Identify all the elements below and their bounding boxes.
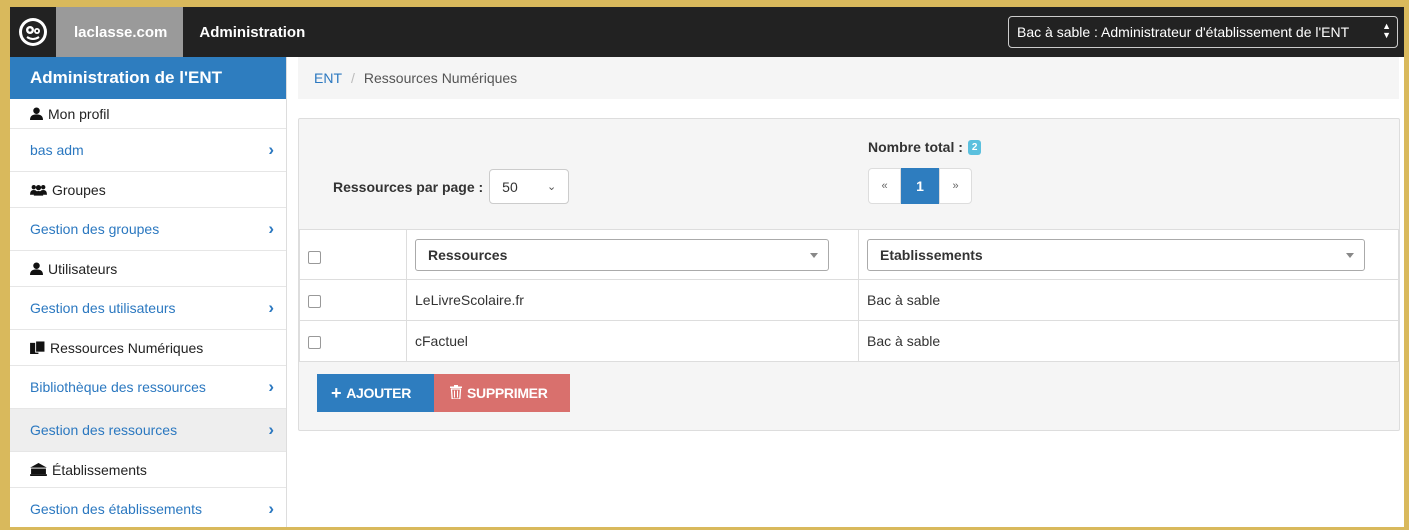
resource-cell: LeLivreScolaire.fr (406, 279, 859, 321)
caret-down-icon (810, 252, 818, 258)
breadcrumb-root-link[interactable]: ENT (314, 70, 342, 86)
nav-title[interactable]: Administration (183, 24, 305, 41)
school-cell: Bac à sable (858, 279, 1399, 321)
top-navbar: laclasse.com Administration Bac à sable … (10, 7, 1404, 57)
table-row[interactable]: cFactuel Bac à sable (299, 320, 1399, 362)
sidebar-label-ressources-numeriques: Ressources Numériques (10, 330, 286, 366)
row-checkbox-cell (299, 279, 407, 321)
chevron-down-icon: ⌄ (546, 181, 557, 193)
brand-link[interactable]: laclasse.com (56, 7, 184, 57)
table-row[interactable]: LeLivreScolaire.fr Bac à sable (299, 279, 1399, 321)
delete-button-label: SUPPRIMER (467, 385, 548, 401)
sidebar-item-bas-adm[interactable]: bas adm › (10, 129, 286, 172)
resources-filter-select[interactable]: Ressources (415, 238, 829, 271)
sidebar-item-label: Gestion des groupes (30, 221, 160, 237)
caret-down-icon (1346, 252, 1354, 258)
sidebar-item-bibliotheque-ressources[interactable]: Bibliothèque des ressources › (10, 366, 286, 409)
breadcrumb: ENT / Ressources Numériques (298, 57, 1399, 99)
school-icon (30, 463, 47, 476)
chevron-right-icon: › (268, 298, 274, 317)
sidebar-item-label: Bibliothèque des ressources (30, 379, 206, 395)
sidebar-item-gestion-etablissements[interactable]: Gestion des établissements › (10, 488, 286, 527)
delete-button[interactable]: SUPPRIMER (434, 374, 570, 412)
sidebar-label-groupes: Groupes (10, 172, 286, 208)
sidebar-item-label: Utilisateurs (48, 260, 118, 277)
table-header-row: Ressources Etablissements (299, 229, 1399, 280)
sidebar-label-etablissements: Établissements (10, 452, 286, 488)
plus-icon: + (331, 382, 342, 403)
chevron-right-icon: › (268, 377, 274, 396)
pagination: « 1 » (868, 168, 972, 204)
sidebar-item-label: Gestion des utilisateurs (30, 300, 176, 316)
total-label: Nombre total : (868, 139, 963, 155)
action-buttons: + AJOUTER SUPPRIMER (317, 374, 570, 412)
pager-next-button[interactable]: » (939, 168, 972, 204)
resources-panel: Ressources par page : 50 ⌄ Nombre total … (298, 118, 1400, 431)
per-page-select[interactable]: 50 ⌄ (489, 169, 570, 204)
user-icon (30, 107, 43, 120)
sidebar-item-label: Mon profil (48, 105, 110, 122)
logo-icon[interactable] (10, 7, 56, 57)
sidebar-item-label: Gestion des ressources (30, 422, 178, 438)
total-badge: 2 (967, 139, 982, 155)
sidebar-item-label: Établissements (52, 461, 147, 478)
chevron-right-icon: › (268, 140, 274, 159)
schools-filter-label: Etablissements (880, 246, 983, 263)
per-page-control: Ressources par page : 50 ⌄ (333, 169, 570, 204)
breadcrumb-current: Ressources Numériques (363, 70, 518, 86)
sidebar-item-gestion-utilisateurs[interactable]: Gestion des utilisateurs › (10, 287, 286, 330)
breadcrumb-separator: / (351, 70, 355, 86)
trash-icon (450, 383, 462, 404)
sidebar-item-label: Groupes (52, 181, 106, 198)
header-schools-cell: Etablissements (858, 229, 1399, 280)
per-page-label: Ressources par page : (333, 178, 484, 195)
chevron-right-icon: › (268, 219, 274, 238)
pager-prev-button[interactable]: « (868, 168, 901, 204)
app-window: laclasse.com Administration Bac à sable … (10, 7, 1404, 527)
sidebar-title: Administration de l'ENT (10, 57, 286, 99)
total-count: Nombre total : 2 (868, 139, 982, 155)
row-checkbox[interactable] (308, 294, 321, 308)
chevron-right-icon: › (268, 420, 274, 439)
per-page-value: 50 (502, 178, 518, 195)
main-content: ENT / Ressources Numériques Ressources p… (298, 57, 1404, 527)
header-resources-cell: Ressources (406, 229, 859, 280)
sidebar-label-utilisateurs: Utilisateurs (10, 251, 286, 287)
sidebar-item-label: Ressources Numériques (50, 339, 204, 356)
sidebar-item-label: bas adm (30, 142, 84, 158)
row-checkbox-cell (299, 320, 407, 362)
sidebar-item-gestion-ressources[interactable]: Gestion des ressources › (10, 409, 286, 452)
sidebar-label-mon-profil[interactable]: Mon profil (10, 99, 286, 129)
profile-select[interactable]: Bac à sable : Administrateur d'établisse… (1008, 16, 1398, 48)
chevron-right-icon: › (268, 499, 274, 518)
resources-table: Ressources Etablissements LeLivreScolair… (299, 229, 1399, 362)
header-checkbox-cell (299, 229, 407, 280)
user-icon (30, 262, 43, 275)
resource-cell: cFactuel (406, 320, 859, 362)
sidebar-item-gestion-groupes[interactable]: Gestion des groupes › (10, 208, 286, 251)
add-button-label: AJOUTER (346, 385, 412, 401)
select-all-checkbox[interactable] (308, 251, 321, 264)
select-arrows-icon: ▲ ▼ (1382, 21, 1391, 40)
profile-select-value: Bac à sable : Administrateur d'établisse… (1017, 24, 1350, 40)
row-checkbox[interactable] (308, 335, 321, 349)
group-icon (30, 184, 47, 196)
schools-filter-select[interactable]: Etablissements (867, 238, 1365, 271)
sidebar: Administration de l'ENT Mon profil bas a… (10, 57, 287, 527)
add-button[interactable]: + AJOUTER (317, 374, 434, 412)
files-icon (30, 341, 45, 354)
school-cell: Bac à sable (858, 320, 1399, 362)
resources-filter-label: Ressources (428, 246, 508, 263)
pager-page-1-button[interactable]: 1 (901, 168, 939, 204)
sidebar-item-label: Gestion des établissements (30, 501, 202, 517)
